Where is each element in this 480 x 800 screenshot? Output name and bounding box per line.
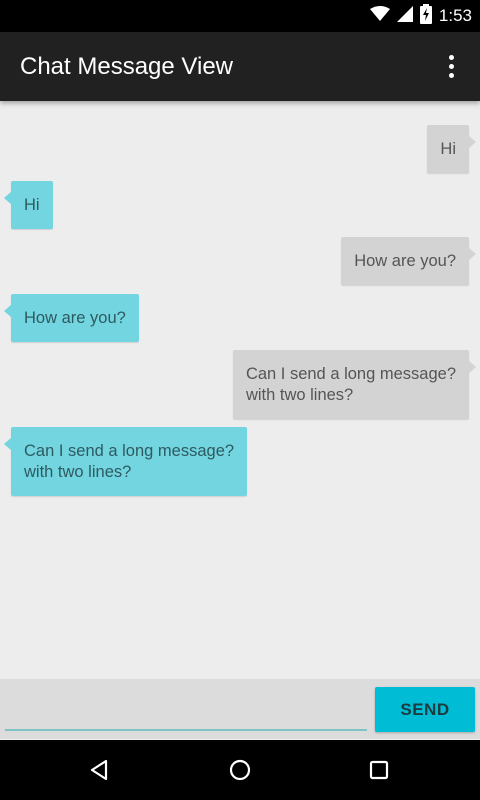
status-icons: 1:53 bbox=[369, 0, 472, 32]
message-list[interactable]: Hi Hi How are you? How are you? Can I se… bbox=[0, 101, 480, 679]
signal-icon bbox=[396, 5, 413, 27]
overflow-dot bbox=[448, 72, 454, 78]
app-title: Chat Message View bbox=[20, 53, 233, 80]
outgoing-message: Can I send a long message? with two line… bbox=[232, 350, 477, 419]
navigation-bar bbox=[0, 740, 480, 800]
home-icon[interactable] bbox=[223, 754, 257, 786]
message-input[interactable] bbox=[5, 693, 367, 731]
outgoing-message: How are you? bbox=[341, 237, 476, 285]
battery-charging-icon bbox=[419, 3, 432, 29]
more-vert-icon[interactable] bbox=[434, 49, 468, 83]
back-icon[interactable] bbox=[82, 754, 116, 786]
outgoing-message: Hi bbox=[427, 125, 476, 173]
overflow-dot bbox=[448, 54, 454, 60]
recents-icon[interactable] bbox=[362, 754, 396, 786]
incoming-message: How are you? bbox=[4, 294, 139, 342]
send-button[interactable]: SEND bbox=[375, 687, 475, 732]
overflow-dot bbox=[448, 63, 454, 69]
status-bar: 1:53 bbox=[0, 0, 480, 32]
status-time: 1:53 bbox=[438, 6, 472, 25]
app-bar: Chat Message View bbox=[0, 32, 480, 101]
incoming-message: Can I send a long message? with two line… bbox=[3, 427, 248, 496]
incoming-message: Hi bbox=[4, 181, 53, 229]
wifi-icon bbox=[369, 5, 390, 27]
